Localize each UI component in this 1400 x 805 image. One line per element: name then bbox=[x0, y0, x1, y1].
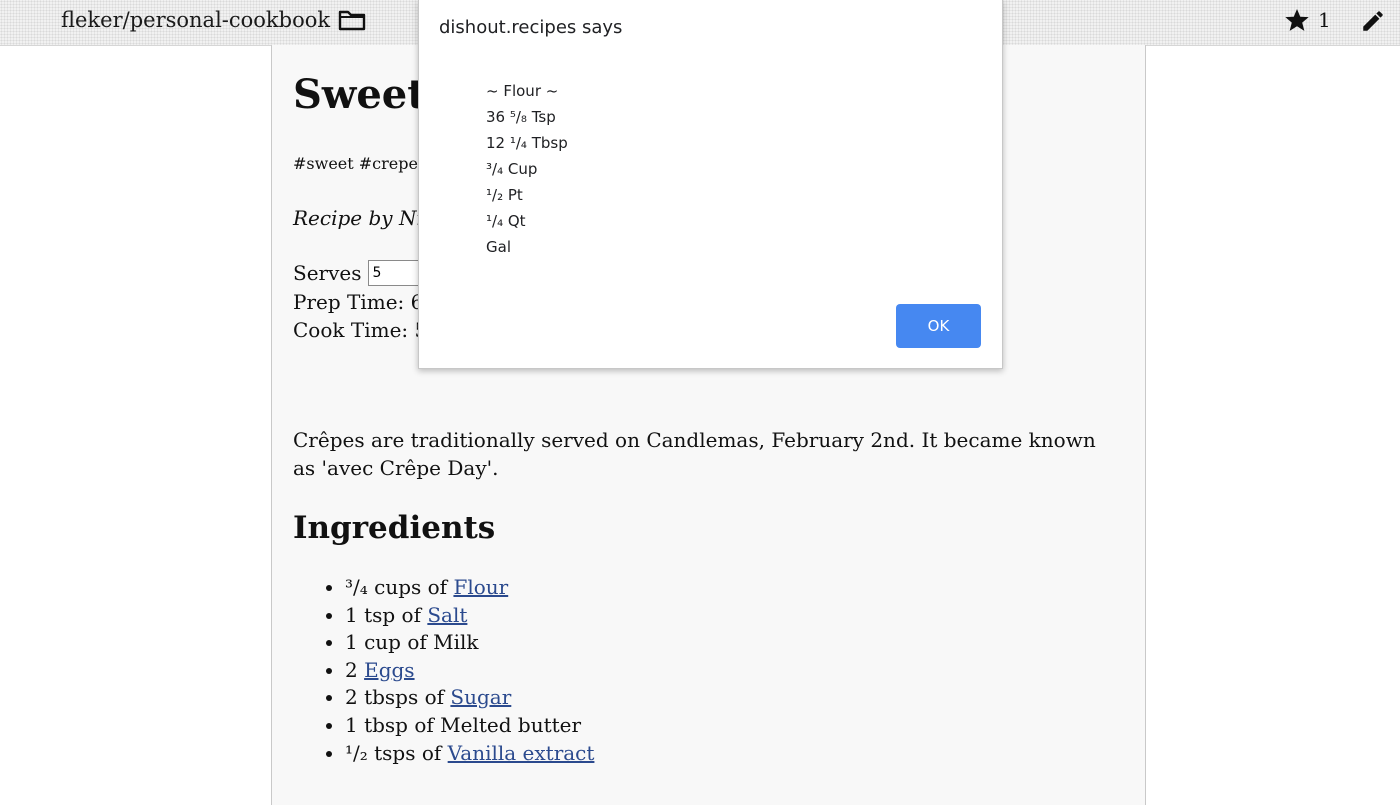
prep-time: Prep Time: 6 bbox=[293, 290, 424, 314]
dialog-line: 12 ¹/₄ Tbsp bbox=[486, 134, 568, 152]
star-count: 1 bbox=[1318, 8, 1331, 32]
dialog-line: ~ Flour ~ bbox=[486, 82, 559, 100]
dialog-message: ~ Flour ~ 36 ⁵/₈ Tsp 12 ¹/₄ Tbsp ³/₄ Cup… bbox=[486, 78, 568, 260]
ingredient-item: 1 tbsp of Melted butter bbox=[345, 712, 594, 740]
repo-name: fleker/personal-cookbook bbox=[61, 8, 331, 32]
ingredient-item: ¹/₂ tsps of Vanilla extract bbox=[345, 740, 594, 768]
serves-input[interactable] bbox=[367, 260, 424, 286]
dialog-line: ¹/₂ Pt bbox=[486, 186, 523, 204]
ingredients-heading: Ingredients bbox=[293, 510, 496, 546]
folder-icon bbox=[338, 10, 366, 31]
dialog-line: 36 ⁵/₈ Tsp bbox=[486, 108, 556, 126]
ingredient-amount: 2 bbox=[345, 657, 365, 682]
ingredient-amount: ³/₄ cups of bbox=[345, 575, 454, 599]
ingredient-item: ³/₄ cups of Flour bbox=[345, 574, 594, 602]
edit-button[interactable] bbox=[1360, 8, 1386, 38]
ingredient-text: 1 cup of Milk bbox=[345, 630, 479, 655]
ingredient-amount: 2 tbsps of bbox=[345, 685, 451, 710]
ingredient-text: 1 tbsp of Melted butter bbox=[345, 712, 582, 737]
ingredient-link[interactable]: Salt bbox=[427, 603, 467, 627]
ingredient-link[interactable]: Flour bbox=[453, 575, 508, 599]
cook-time: Cook Time: 5 bbox=[293, 318, 428, 342]
ingredient-link[interactable]: Eggs bbox=[364, 658, 414, 682]
ingredient-amount: 1 tsp of bbox=[345, 602, 428, 627]
dialog-line: ³/₄ Cup bbox=[486, 160, 538, 178]
star-counter[interactable]: 1 bbox=[1284, 7, 1331, 33]
alert-dialog: dishout.recipes says ~ Flour ~ 36 ⁵/₈ Ts… bbox=[418, 0, 1003, 369]
serves-row: Serves bbox=[293, 259, 424, 287]
star-icon bbox=[1285, 8, 1309, 31]
pencil-icon bbox=[1363, 11, 1383, 31]
ingredient-link[interactable]: Sugar bbox=[450, 685, 511, 709]
recipe-description: Crêpes are traditionally served on Candl… bbox=[293, 428, 1096, 480]
dialog-line: Gal bbox=[486, 238, 511, 256]
ingredients-list: ³/₄ cups of Flour 1 tsp of Salt 1 cup of… bbox=[293, 574, 594, 767]
ingredient-link[interactable]: Vanilla extract bbox=[448, 741, 595, 765]
ingredient-item: 1 cup of Milk bbox=[345, 629, 594, 657]
dialog-line: ¹/₄ Qt bbox=[486, 212, 526, 230]
ok-button[interactable]: OK bbox=[896, 304, 981, 348]
ingredient-item: 2 Eggs bbox=[345, 657, 594, 685]
ingredient-amount: ¹/₂ tsps of bbox=[345, 740, 448, 765]
recipe-tags: #sweet #crepe bbox=[293, 154, 418, 173]
serves-label: Serves bbox=[293, 261, 362, 285]
recipe-author: Recipe by Ni bbox=[293, 206, 423, 230]
dialog-title: dishout.recipes says bbox=[439, 17, 623, 38]
recipe-title: Sweet bbox=[293, 71, 426, 118]
ingredient-item: 2 tbsps of Sugar bbox=[345, 684, 594, 712]
repo-link[interactable]: fleker/personal-cookbook bbox=[61, 7, 366, 33]
ingredient-item: 1 tsp of Salt bbox=[345, 602, 594, 630]
